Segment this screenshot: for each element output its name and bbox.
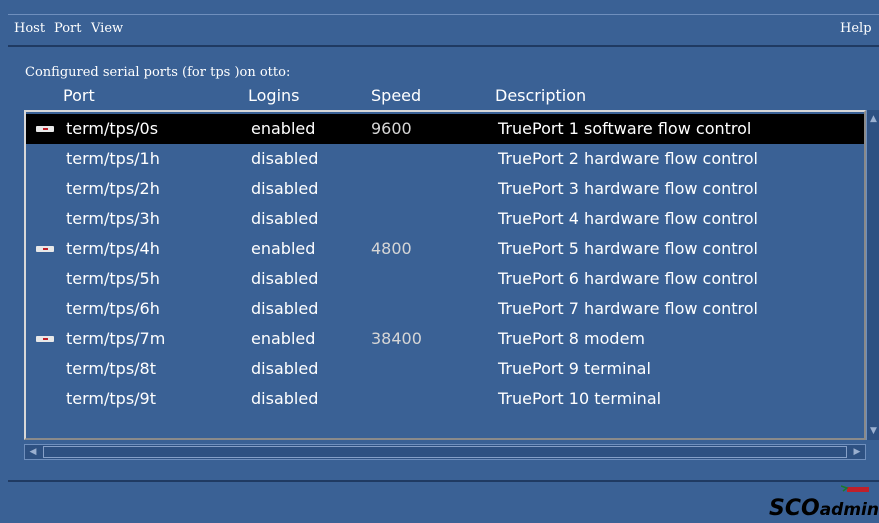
column-header-description: Description [495, 86, 587, 105]
row-port: term/tps/5h [66, 269, 160, 288]
row-description: TruePort 1 software flow control [498, 119, 752, 138]
logo-sco-text: SCO [769, 496, 820, 521]
column-header-port: Port [63, 86, 95, 105]
row-description: TruePort 5 hardware flow control [498, 239, 758, 258]
table-row[interactable]: term/tps/5h disabled TruePort 6 hardware f… [26, 264, 864, 294]
row-description: TruePort 10 terminal [498, 389, 662, 408]
table-row[interactable]: term/tps/2h disabled TruePort 3 hardware f… [26, 174, 864, 204]
row-port: term/tps/0s [66, 119, 159, 138]
row-speed: 9600 [371, 119, 412, 138]
row-logins: disabled [251, 209, 319, 228]
port-enabled-icon [36, 126, 54, 132]
table-row[interactable]: term/tps/6h disabled TruePort 7 hardware f… [26, 294, 864, 324]
column-header-speed: Speed [371, 86, 422, 105]
menu-host[interactable]: Host [14, 21, 45, 36]
scroll-down-icon[interactable]: ▼ [868, 424, 879, 438]
row-logins: disabled [251, 149, 319, 168]
scoadmin-logo: SCOadmin [769, 496, 879, 521]
menu-port[interactable]: Port [54, 21, 82, 36]
menu-bar: Host Port View Help [8, 14, 879, 47]
vertical-scrollbar[interactable]: ▲ ▼ [866, 110, 879, 440]
table-row[interactable]: term/tps/7m enabled 38400 TruePort 8 modem [26, 324, 864, 354]
row-description: TruePort 7 hardware flow control [498, 299, 758, 318]
row-description: TruePort 2 hardware flow control [498, 149, 758, 168]
logo-admin-text: admin [819, 500, 879, 520]
row-port: term/tps/1h [66, 149, 160, 168]
scroll-left-icon[interactable]: ◀ [26, 446, 40, 458]
row-speed: 4800 [371, 239, 412, 258]
row-logins: disabled [251, 269, 319, 288]
table-row[interactable]: term/tps/8t disabled TruePort 9 terminal [26, 354, 864, 384]
table-row[interactable]: term/tps/4h enabled 4800 TruePort 5 hardwar… [26, 234, 864, 264]
horizontal-scrollbar[interactable]: ◀ ▶ [24, 444, 866, 460]
row-port: term/tps/3h [66, 209, 160, 228]
list-caption: Configured serial ports (for tps )on ott… [25, 65, 291, 80]
scoadmin-logo-icon [841, 485, 869, 492]
scroll-right-icon[interactable]: ▶ [850, 446, 864, 458]
horizontal-scroll-thumb[interactable] [43, 446, 847, 458]
column-header-logins: Logins [248, 86, 300, 105]
table-row[interactable]: term/tps/9t disabled TruePort 10 terminal [26, 384, 864, 414]
row-speed: 38400 [371, 329, 422, 348]
row-logins: disabled [251, 299, 319, 318]
row-port: term/tps/2h [66, 179, 160, 198]
row-description: TruePort 8 modem [498, 329, 646, 348]
menu-help[interactable]: Help [840, 21, 872, 36]
row-port: term/tps/9t [66, 389, 156, 408]
row-port: term/tps/7m [66, 329, 166, 348]
row-port: term/tps/8t [66, 359, 156, 378]
status-bar: SCOadmin [8, 480, 879, 523]
table-row[interactable]: term/tps/3h disabled TruePort 4 hardware f… [26, 204, 864, 234]
table-row[interactable]: term/tps/0s enabled 9600 TruePort 1 softwar… [26, 114, 864, 144]
row-port: term/tps/6h [66, 299, 160, 318]
row-description: TruePort 6 hardware flow control [498, 269, 758, 288]
row-port: term/tps/4h [66, 239, 160, 258]
row-description: TruePort 3 hardware flow control [498, 179, 758, 198]
port-enabled-icon [36, 246, 54, 252]
row-logins: disabled [251, 359, 319, 378]
menu-view[interactable]: View [91, 21, 123, 36]
row-logins: enabled [251, 119, 316, 138]
row-logins: disabled [251, 179, 319, 198]
row-logins: disabled [251, 389, 319, 408]
row-description: TruePort 9 terminal [498, 359, 651, 378]
scroll-up-icon[interactable]: ▲ [868, 112, 879, 126]
row-logins: enabled [251, 329, 316, 348]
row-logins: enabled [251, 239, 316, 258]
table-row[interactable]: term/tps/1h disabled TruePort 2 hardware f… [26, 144, 864, 174]
port-enabled-icon [36, 336, 54, 342]
row-description: TruePort 4 hardware flow control [498, 209, 758, 228]
